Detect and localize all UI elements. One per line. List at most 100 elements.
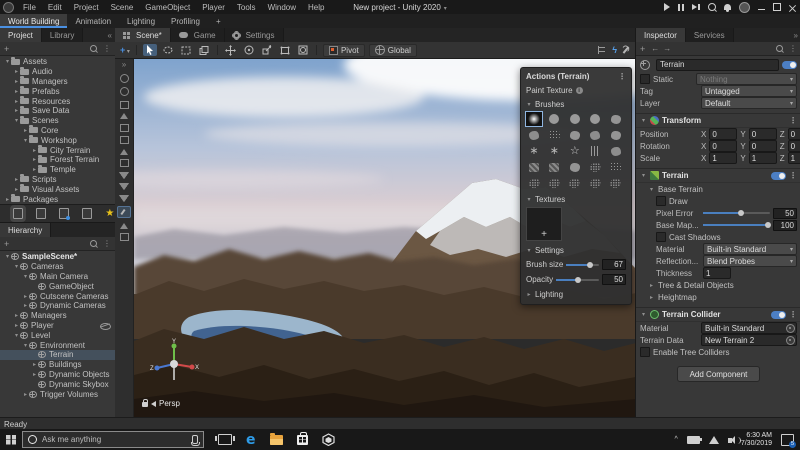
inspector-add-icon[interactable]: +: [640, 44, 645, 54]
tree-item[interactable]: Scripts: [0, 175, 115, 185]
stamp-terrain-icon[interactable]: [119, 195, 129, 202]
tree-item[interactable]: Managers: [0, 77, 115, 87]
position-x-field[interactable]: 0: [709, 128, 737, 140]
menu-player[interactable]: Player: [197, 2, 230, 13]
layout-tab-profiling[interactable]: Profiling: [163, 14, 208, 28]
transform-tool[interactable]: [296, 44, 310, 56]
pixel-error-value[interactable]: 50: [773, 208, 797, 219]
info-icon[interactable]: i: [576, 87, 583, 94]
play-button[interactable]: [664, 3, 670, 11]
pivot-button[interactable]: Pivot: [323, 44, 365, 57]
add-asset-button[interactable]: +: [4, 44, 9, 54]
brush-star[interactable]: ☆: [567, 144, 583, 158]
terrain-collider-header[interactable]: Terrain Collider ⋮: [636, 307, 800, 322]
project-search-icon[interactable]: [90, 45, 97, 52]
back-icon[interactable]: ←: [651, 44, 659, 53]
scale-y-field[interactable]: 1: [749, 152, 777, 164]
smooth-terrain-icon[interactable]: [119, 183, 129, 190]
brush-circle[interactable]: [567, 112, 583, 126]
step-button[interactable]: [692, 4, 700, 10]
scene-visibility-icon[interactable]: [598, 46, 608, 54]
hierarchy-menu-icon[interactable]: ⋮: [103, 239, 111, 248]
tree-item[interactable]: Core: [0, 126, 115, 136]
brush-blob[interactable]: [567, 128, 583, 142]
expand-panel-icon[interactable]: »: [794, 31, 798, 40]
collapse-strip-icon[interactable]: »: [122, 61, 126, 69]
static-flags-dropdown[interactable]: Nothing: [696, 73, 797, 85]
paint-texture-icon[interactable]: [117, 206, 131, 218]
heightmap-foldout[interactable]: Heightmap: [658, 293, 697, 302]
layer-dropdown[interactable]: Default: [701, 97, 797, 109]
brush-circle[interactable]: [587, 112, 603, 126]
settings-section[interactable]: Settings: [535, 246, 564, 255]
tab-game[interactable]: Game: [171, 28, 225, 42]
mic-icon[interactable]: [192, 435, 198, 444]
material-dropdown[interactable]: Built-in Standard: [703, 243, 797, 255]
tree-item[interactable]: Temple: [0, 165, 115, 175]
asset-filter-icon[interactable]: [36, 208, 46, 219]
terrain-enabled-toggle[interactable]: [771, 172, 786, 180]
camera-icon[interactable]: [120, 136, 129, 144]
tab-library[interactable]: Library: [42, 28, 83, 42]
terrain-data-field[interactable]: New Terrain 2: [701, 334, 797, 346]
tree-item[interactable]: Environment: [0, 340, 115, 350]
position-y-field[interactable]: 0: [749, 128, 777, 140]
textures-section[interactable]: Textures: [535, 195, 565, 204]
panel-icon[interactable]: [120, 159, 129, 167]
world-icon[interactable]: [120, 74, 129, 83]
position-z-field[interactable]: 0: [788, 128, 800, 140]
brush-spray[interactable]: [546, 176, 562, 190]
unity-taskbar-icon[interactable]: [322, 433, 335, 446]
layout-tab-lighting[interactable]: Lighting: [119, 14, 163, 28]
menu-project[interactable]: Project: [69, 2, 104, 13]
tree-item[interactable]: SampleScene*: [0, 252, 115, 262]
base-terrain-foldout[interactable]: Base Terrain: [658, 185, 703, 194]
add-texture-button[interactable]: +: [526, 207, 562, 241]
lighting-section[interactable]: Lighting: [535, 290, 563, 299]
brush-blob[interactable]: [608, 112, 624, 126]
brush-splat[interactable]: ∗: [526, 144, 542, 158]
tree-item[interactable]: Workshop: [0, 135, 115, 145]
light-icon[interactable]: [120, 113, 128, 119]
particles-icon[interactable]: [120, 101, 129, 109]
brush-texture[interactable]: [526, 160, 542, 174]
search-icon[interactable]: [708, 3, 716, 11]
menu-tools[interactable]: Tools: [232, 2, 261, 13]
edge-browser-icon[interactable]: e: [246, 433, 256, 447]
collider-menu-icon[interactable]: ⋮: [789, 310, 797, 319]
reflection-dropdown[interactable]: Blend Probes: [703, 255, 797, 267]
raise-terrain-icon[interactable]: [119, 172, 129, 179]
active-toggle[interactable]: [782, 61, 797, 69]
start-button[interactable]: [0, 429, 22, 450]
object-picker-icon[interactable]: [786, 324, 795, 333]
inspector-search-icon[interactable]: [776, 45, 783, 52]
brush-size-slider[interactable]: [566, 264, 599, 266]
detail-scatter-icon[interactable]: [120, 233, 129, 241]
tree-item[interactable]: Scenes: [0, 116, 115, 126]
brush-asterisk[interactable]: ∗: [546, 144, 562, 158]
brush-blob[interactable]: [567, 160, 583, 174]
window-title[interactable]: New project - Unity 2020: [353, 3, 447, 12]
tree-item[interactable]: Prefabs: [0, 86, 115, 96]
static-checkbox[interactable]: [640, 74, 650, 84]
brush-spray[interactable]: [567, 176, 583, 190]
tree-item[interactable]: Save Data: [0, 106, 115, 116]
rotation-y-field[interactable]: 0: [749, 140, 777, 152]
menu-gameobject[interactable]: GameObject: [140, 2, 195, 13]
tree-item[interactable]: Visual Assets: [0, 184, 115, 194]
tree-item[interactable]: Resources: [0, 96, 115, 106]
tree-item[interactable]: Player: [0, 321, 115, 331]
tree-item[interactable]: Assets: [0, 57, 115, 67]
visibility-off-icon[interactable]: [100, 323, 111, 330]
lasso-select-tool[interactable]: [161, 44, 175, 56]
tree-item[interactable]: Dynamic Cameras: [0, 301, 115, 311]
pause-button[interactable]: [678, 4, 684, 11]
enable-tree-colliders-checkbox[interactable]: [640, 347, 650, 357]
base-map-slider[interactable]: [703, 224, 770, 226]
orientation-gizmo[interactable]: Y X Z: [148, 338, 200, 390]
brush-blob[interactable]: [608, 144, 624, 158]
brush-texture[interactable]: [546, 160, 562, 174]
add-tool-dropdown[interactable]: +: [120, 45, 130, 55]
script-filter-icon[interactable]: [82, 208, 92, 219]
rotation-z-field[interactable]: 0: [788, 140, 800, 152]
